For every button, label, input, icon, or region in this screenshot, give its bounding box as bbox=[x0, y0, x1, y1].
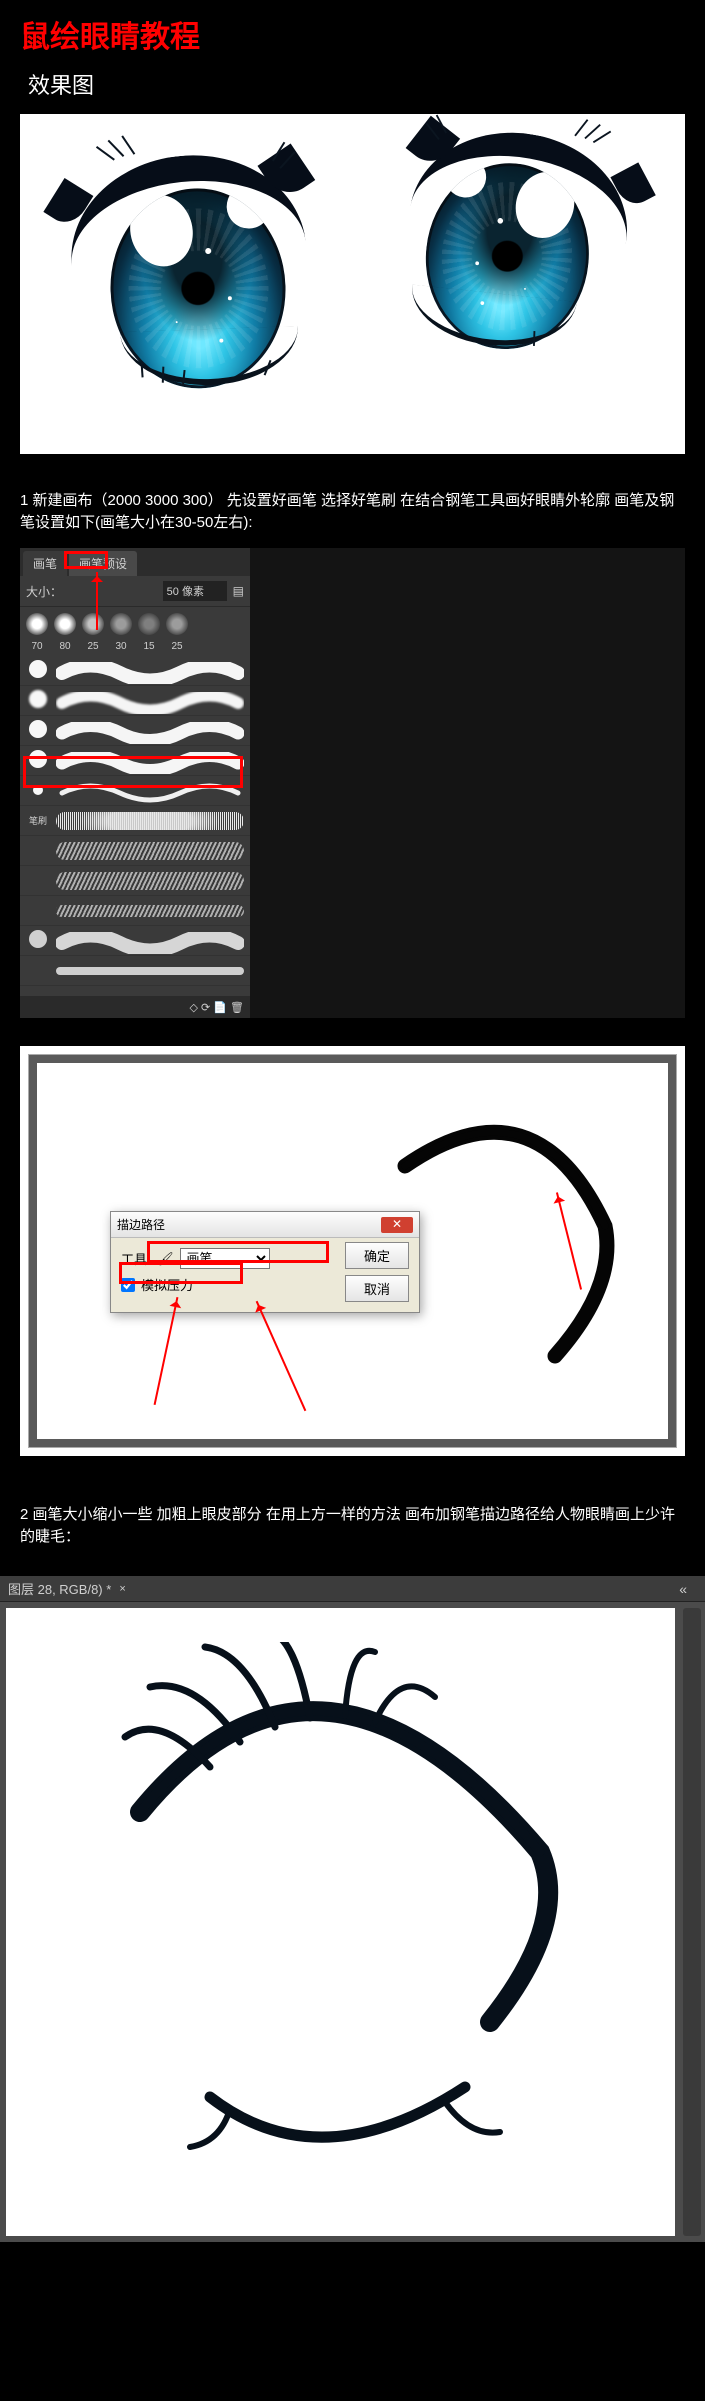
stroke-path-screenshot: 描边路径 ✕ 工具: 🖌 画笔 模拟压力 确定 取消 bbox=[20, 1046, 685, 1456]
page-title: 鼠绘眼睛教程 bbox=[0, 0, 705, 60]
brush-tab[interactable]: 画笔 bbox=[23, 551, 67, 576]
size-value[interactable]: 50 像素 bbox=[163, 581, 227, 601]
step1-text: 1 新建画布（2000 3000 300） 先设置好画笔 选择好笔刷 在结合钢笔… bbox=[0, 482, 705, 548]
brush-row[interactable] bbox=[20, 896, 250, 926]
brush-panel-screenshot: 画笔 画笔预设 大小： 50 像素 ▤ 70 80 25 30 15 25 bbox=[20, 548, 685, 1018]
brush-preset-tab[interactable]: 画笔预设 bbox=[69, 551, 137, 576]
brush-row[interactable] bbox=[20, 656, 250, 686]
arrow-annotation bbox=[96, 572, 98, 630]
brush-row[interactable] bbox=[20, 716, 250, 746]
vertical-scrollbar[interactable] bbox=[683, 1608, 701, 2236]
sim-pressure-label: 模拟压力 bbox=[141, 1275, 193, 1294]
brush-toggle-icon[interactable]: ▤ bbox=[233, 584, 244, 598]
brush-row[interactable] bbox=[20, 836, 250, 866]
document-tab-title[interactable]: 图层 28, RGB/8) * bbox=[8, 1579, 111, 1598]
panel-footer: ◇ ⟳ 📄 🗑 bbox=[20, 996, 250, 1018]
size-label: 大小： bbox=[26, 583, 62, 600]
brush-row[interactable] bbox=[20, 746, 250, 776]
stroke-path-dialog: 描边路径 ✕ 工具: 🖌 画笔 模拟压力 确定 取消 bbox=[110, 1211, 420, 1313]
cancel-button[interactable]: 取消 bbox=[345, 1275, 409, 1302]
brush-row[interactable]: 笔刷 bbox=[20, 806, 250, 836]
brush-row[interactable] bbox=[20, 956, 250, 986]
brush-row[interactable] bbox=[20, 926, 250, 956]
tool-select[interactable]: 画笔 bbox=[180, 1248, 270, 1269]
section-result-title: 效果图 bbox=[0, 60, 705, 114]
close-icon[interactable]: × bbox=[119, 1583, 125, 1595]
tool-label: 工具: bbox=[121, 1249, 151, 1268]
lash-canvas-screenshot: 图层 28, RGB/8) * × « bbox=[0, 1576, 705, 2242]
step2-text: 2 画笔大小缩小一些 加粗上眼皮部分 在用上方一样的方法 画布加钢笔描边路径给人… bbox=[0, 1496, 705, 1562]
close-icon[interactable]: ✕ bbox=[381, 1217, 413, 1233]
brush-row-selected[interactable] bbox=[20, 776, 250, 806]
ok-button[interactable]: 确定 bbox=[345, 1242, 409, 1269]
brush-row[interactable] bbox=[20, 686, 250, 716]
dialog-title: 描边路径 bbox=[117, 1216, 165, 1233]
sim-pressure-checkbox[interactable] bbox=[121, 1278, 135, 1292]
brush-row[interactable] bbox=[20, 866, 250, 896]
chevron-left-icon[interactable]: « bbox=[669, 1581, 697, 1597]
result-image bbox=[20, 114, 685, 454]
brush-icon: 🖌 bbox=[157, 1251, 174, 1267]
